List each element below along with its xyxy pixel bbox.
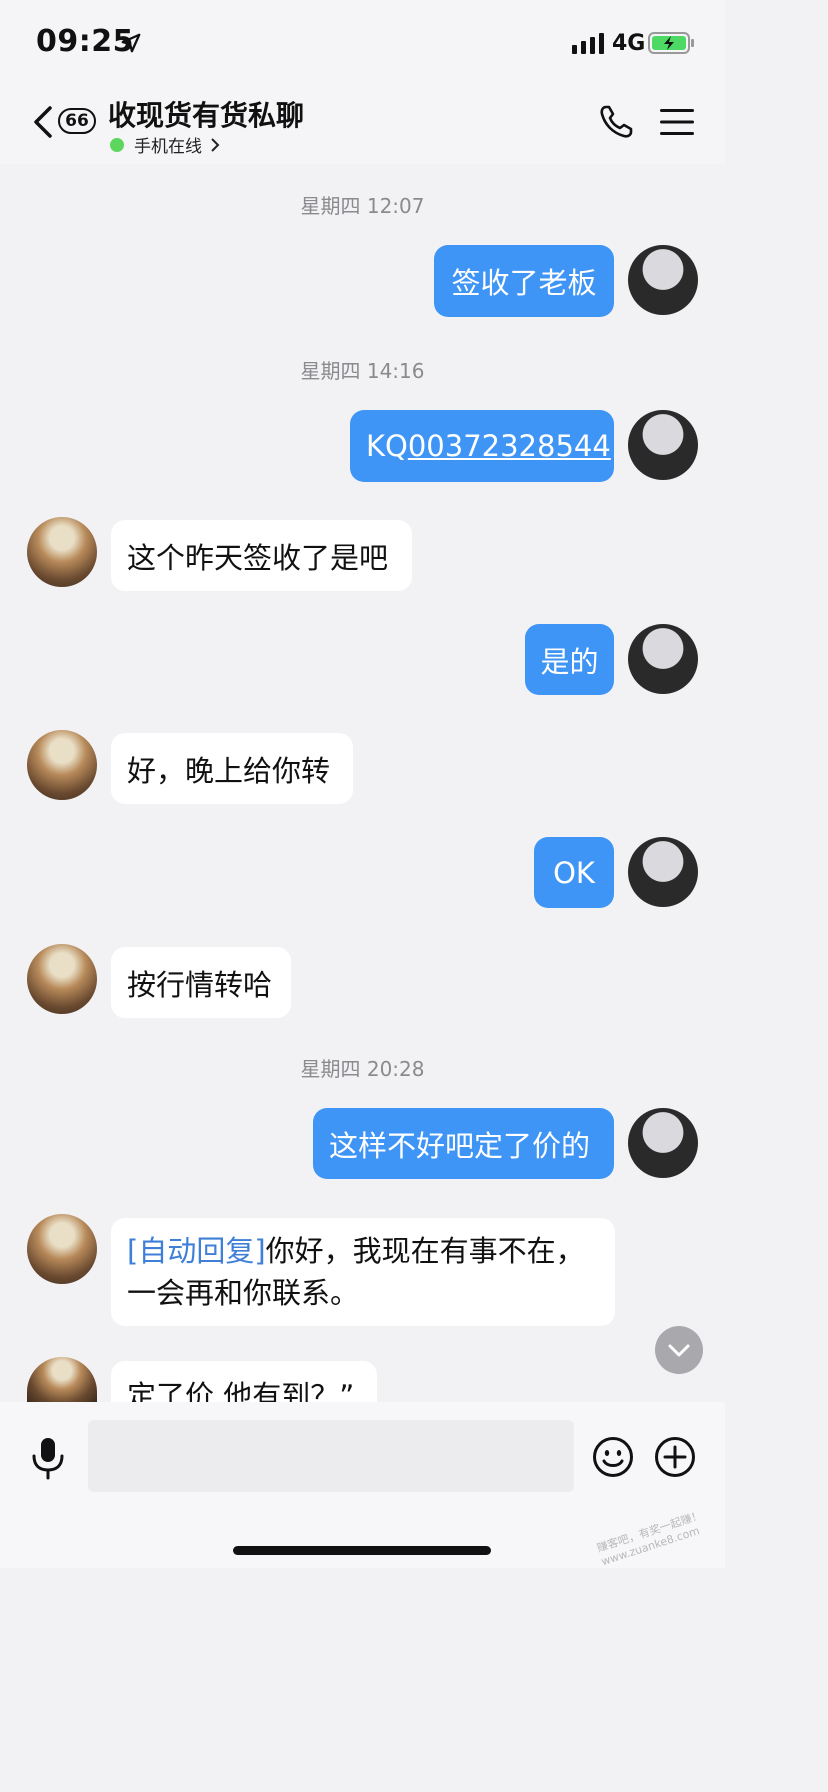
tracking-number-link[interactable]: 00372328544: [408, 429, 611, 463]
chevron-down-icon: [668, 1344, 690, 1357]
message-bubble-sent[interactable]: 这样不好吧定了价的: [313, 1108, 614, 1179]
message-bubble-received[interactable]: [自动回复]你好，我现在有事不在，一会再和你联系。: [111, 1218, 615, 1326]
chat-title[interactable]: 收现货有货私聊: [108, 94, 304, 134]
input-bar: 赚客吧，有奖一起赚！www.zuanke8.com: [0, 1402, 725, 1568]
chat-header: 66 收现货有货私聊 手机在线: [0, 88, 725, 164]
contact-avatar[interactable]: [27, 517, 97, 587]
home-indicator[interactable]: [233, 1546, 491, 1555]
network-type: 4G: [612, 31, 646, 56]
message-bubble-received[interactable]: 定了价 他有到？”: [111, 1361, 377, 1402]
online-status[interactable]: 手机在线: [110, 132, 220, 157]
contact-avatar[interactable]: [27, 1357, 97, 1402]
message-bubble-received[interactable]: 这个昨天签收了是吧: [111, 520, 412, 591]
battery-charging-icon: [648, 32, 694, 54]
message-bubble-sent[interactable]: 是的: [525, 624, 614, 695]
plus-icon[interactable]: [654, 1436, 696, 1478]
my-avatar[interactable]: [628, 245, 698, 315]
message-bubble-received[interactable]: 好，晚上给你转: [111, 733, 353, 804]
phone-icon[interactable]: [598, 104, 634, 140]
message-timestamp: 星期四 12:07: [300, 194, 425, 218]
my-avatar[interactable]: [628, 1108, 698, 1178]
message-input[interactable]: [88, 1420, 574, 1492]
scroll-to-bottom-button[interactable]: [655, 1326, 703, 1374]
tracking-prefix: KQ: [366, 429, 408, 463]
my-avatar[interactable]: [628, 837, 698, 907]
chevron-left-icon[interactable]: [30, 104, 56, 140]
message-timestamp: 星期四 20:28: [300, 1057, 425, 1081]
message-timestamp: 星期四 14:16: [300, 359, 425, 383]
message-bubble-sent[interactable]: 签收了老板: [434, 245, 614, 317]
message-bubble-sent[interactable]: OK: [534, 837, 614, 908]
location-arrow-icon: [121, 33, 141, 53]
online-dot-icon: [110, 137, 124, 152]
my-avatar[interactable]: [628, 624, 698, 694]
menu-icon[interactable]: [660, 108, 694, 136]
signal-bars-icon: [572, 33, 604, 54]
my-avatar[interactable]: [628, 410, 698, 480]
status-bar: 09:25 4G: [0, 0, 725, 88]
unread-count-badge[interactable]: 66: [58, 108, 96, 134]
emoji-icon[interactable]: [592, 1436, 634, 1478]
message-bubble-received[interactable]: 按行情转哈: [111, 947, 291, 1018]
contact-avatar[interactable]: [27, 1214, 97, 1284]
contact-avatar[interactable]: [27, 730, 97, 800]
online-status-label: 手机在线: [134, 137, 202, 157]
chevron-right-icon: [211, 137, 220, 152]
message-bubble-sent[interactable]: KQ 00372328544: [350, 410, 614, 482]
auto-reply-tag: [自动回复]: [127, 1234, 266, 1268]
contact-avatar[interactable]: [27, 944, 97, 1014]
watermark: 赚客吧，有奖一起赚！www.zuanke8.com: [595, 1508, 704, 1569]
microphone-icon[interactable]: [30, 1436, 66, 1480]
